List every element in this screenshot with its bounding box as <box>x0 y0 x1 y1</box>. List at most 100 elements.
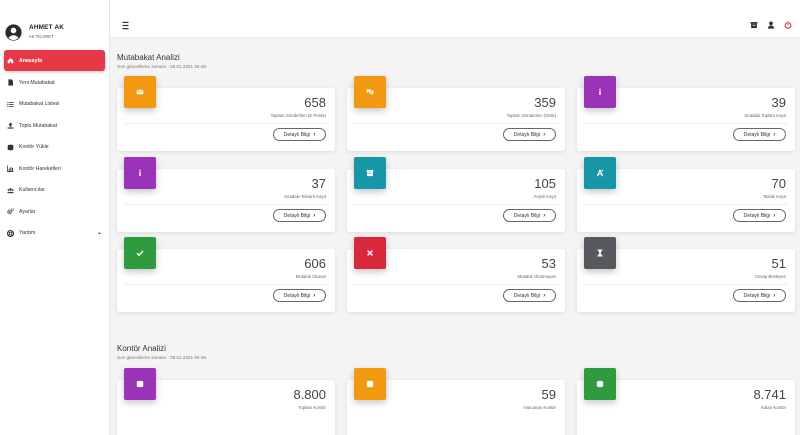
details-button[interactable]: Detaylı Bilgi › <box>503 209 556 222</box>
details-button[interactable]: Detaylı Bilgi › <box>503 128 556 141</box>
sidebar-item-yeni-mutabakat[interactable]: Yeni Mutabakat <box>4 72 105 94</box>
details-button[interactable]: Detaylı Bilgi › <box>733 128 786 141</box>
details-button-label: Detaylı Bilgi <box>743 212 771 219</box>
card-icon-box <box>124 237 156 269</box>
sidebar-item-anasayfa[interactable]: Anasayfa <box>4 50 105 71</box>
stat-card-archived: 105 Arşivli Kayıt Detaylı Bilgi › <box>347 157 565 232</box>
sidebar-nav: Anasayfa Yeni Mutabakat Mutabakat Listes… <box>4 50 105 244</box>
sidebar-item-label: Anasayfa <box>19 57 43 64</box>
stat-card-agreed: 606 Mutabık Olunan Detaylı Bilgi › <box>117 237 335 312</box>
details-button-label: Detaylı Bilgi <box>513 292 541 299</box>
card-divider <box>584 204 788 205</box>
sidebar-item-label: Kontör Hareketleri <box>19 165 61 172</box>
card-icon-box <box>584 76 616 108</box>
details-button-label: Detaylı Bilgi <box>513 131 541 138</box>
main-content: Mutabakat Analizi Son güncelleme zamanı … <box>110 38 800 435</box>
stat-value: 8.800 <box>293 387 326 402</box>
stat-value: 105 <box>534 176 556 191</box>
sidebar-item-label: Kullanıcılar <box>19 187 45 194</box>
coins-icon <box>366 380 374 388</box>
lifebuoy-icon <box>7 229 14 237</box>
card-divider <box>354 284 558 285</box>
sidebar-item-mutabakat-listesi[interactable]: Mutabakat Listesi <box>4 94 105 116</box>
stat-card-sms: 359 Toplam Gönderilen (SMS) Detaylı Bilg… <box>347 76 565 151</box>
card-icon-box <box>584 157 616 189</box>
sidebar-item-label: Yardım <box>19 230 36 237</box>
card-icon-box <box>584 237 616 269</box>
sidebar-item-toplu-mutabakat[interactable]: Toplu Mutabakat <box>4 115 105 137</box>
card-divider <box>584 123 788 124</box>
hamburger-menu-icon[interactable] <box>122 21 132 30</box>
stat-value: 53 <box>541 256 556 271</box>
info-icon <box>599 88 601 96</box>
card-divider <box>354 123 558 124</box>
stat-label: Mutabık Olunmayan <box>517 274 556 279</box>
topbar-actions <box>750 21 792 29</box>
sidebar-item-label: Kontör Yükle <box>19 144 49 151</box>
stat-card-not-agreed: 53 Mutabık Olunmayan Detaylı Bilgi › <box>347 237 565 312</box>
chevron-right-icon: › <box>313 292 316 299</box>
stat-label: Toplam Gönderilen (SMS) <box>506 113 556 118</box>
sidebar-item-label: Yeni Mutabakat <box>19 79 55 86</box>
details-button[interactable]: Detaylı Bilgi › <box>273 209 326 222</box>
stat-label: Mutabık Olunan <box>295 274 326 279</box>
details-button[interactable]: Detaylı Bilgi › <box>503 289 556 302</box>
archive-icon <box>366 169 374 177</box>
card-divider <box>354 204 558 205</box>
x-icon <box>367 250 373 256</box>
details-button[interactable]: Detaylı Bilgi › <box>733 289 786 302</box>
stat-value: 606 <box>304 256 326 271</box>
list-icon <box>7 101 14 108</box>
chevron-right-icon: › <box>543 292 546 299</box>
user-profile[interactable]: AHMET AK AK TİCARET <box>4 22 108 46</box>
chevron-right-icon: › <box>313 212 316 219</box>
card-icon-box <box>354 368 386 400</box>
chart-icon <box>7 165 14 173</box>
stat-label: Kalan Kontör <box>761 405 786 410</box>
envelope-icon <box>136 89 144 95</box>
sidebar-item-kullanicilar[interactable]: Kullanıcılar <box>4 180 105 202</box>
sidebar: AHMET AK AK TİCARET Anasayfa Yeni Mutaba… <box>0 0 110 435</box>
sidebar-item-kontor-hareketleri[interactable]: Kontör Hareketleri <box>4 158 105 180</box>
user-icon[interactable] <box>767 21 775 29</box>
details-button-label: Detaylı Bilgi <box>283 292 311 299</box>
stat-card-email: 658 Toplam Gönderilen (E-Posta) Detaylı … <box>117 76 335 151</box>
archive-icon[interactable] <box>750 21 758 29</box>
card-icon-box <box>584 368 616 400</box>
power-icon[interactable] <box>784 21 792 29</box>
details-button-label: Detaylı Bilgi <box>513 212 541 219</box>
upload-icon <box>7 122 14 129</box>
stat-card-awaiting: 51 Cevap Bekleyen Detaylı Bilgi › <box>577 237 795 312</box>
user-company: AK TİCARET <box>29 34 54 39</box>
check-icon <box>136 250 144 257</box>
card-icon-box <box>354 237 386 269</box>
stat-label: Toplam Kontör <box>298 405 326 410</box>
app-window: AHMET AK AK TİCARET Anasayfa Yeni Mutaba… <box>0 0 800 435</box>
details-button[interactable]: Detaylı Bilgi › <box>733 209 786 222</box>
draft-icon <box>596 169 604 177</box>
sidebar-item-ayarlar[interactable]: Ayarlar <box>4 201 105 223</box>
card-icon-box <box>124 368 156 400</box>
stat-label: Taslak Kayıt <box>762 194 786 199</box>
card-icon-box <box>354 76 386 108</box>
sidebar-item-yardim[interactable]: Yardım <box>4 223 105 245</box>
stat-value: 39 <box>771 95 786 110</box>
card-icon-box <box>124 157 156 189</box>
stat-value: 359 <box>534 95 556 110</box>
card-divider <box>124 204 328 205</box>
details-button-label: Detaylı Bilgi <box>283 212 311 219</box>
info-icon <box>139 169 141 177</box>
stat-card-queue-repeat: 37 Sıradaki Tekrarlı Kayıt Detaylı Bilgi… <box>117 157 335 232</box>
sidebar-item-kontor-yukle[interactable]: Kontör Yükle <box>4 137 105 159</box>
credit-card-spent: 59 Harcanan Kontör <box>347 368 565 435</box>
topbar <box>110 16 800 38</box>
sidebar-item-label: Mutabakat Listesi <box>19 101 60 108</box>
stat-value: 37 <box>311 176 326 191</box>
credit-title: Kontör Analizi <box>117 344 166 353</box>
stat-value: 8.741 <box>753 387 786 402</box>
details-button[interactable]: Detaylı Bilgi › <box>273 128 326 141</box>
users-icon <box>7 187 14 194</box>
details-button[interactable]: Detaylı Bilgi › <box>273 289 326 302</box>
card-divider <box>124 123 328 124</box>
chevron-right-icon: › <box>773 131 776 138</box>
